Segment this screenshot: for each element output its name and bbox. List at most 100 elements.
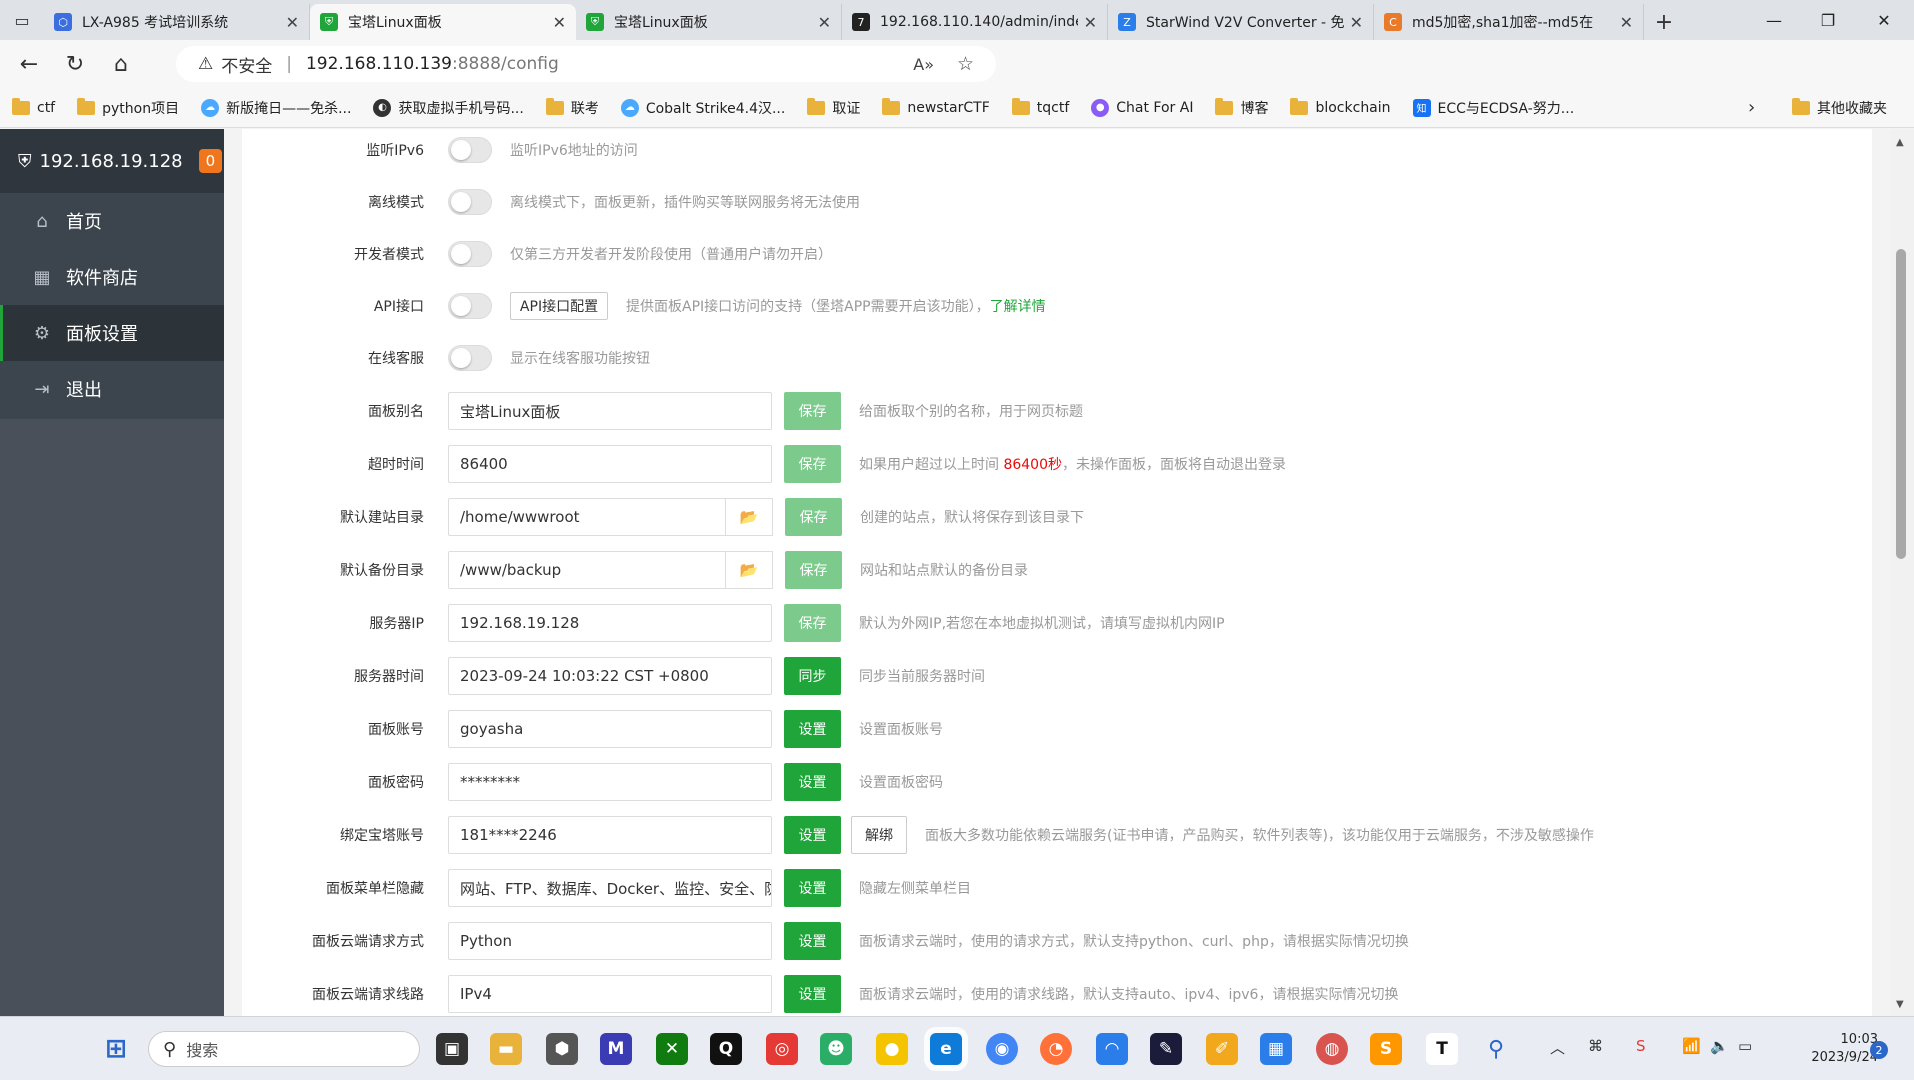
volume-icon[interactable]: 🔈 [1710,1037,1729,1055]
folder-open-icon[interactable]: 📂 [726,551,773,589]
tab-close-icon[interactable]: ✕ [286,13,299,32]
app-icon[interactable]: ✎ [1150,1033,1182,1065]
app-icon[interactable]: ✐ [1206,1033,1238,1065]
save-button[interactable]: 保存 [784,445,841,483]
browser-tab[interactable]: C md5加密,sha1加密--md5在 ✕ [1374,4,1644,40]
set-button[interactable]: 设置 [784,763,841,801]
scrollbar-thumb[interactable] [1896,249,1906,559]
back-icon[interactable]: ← [6,44,52,84]
set-button[interactable]: 设置 [784,975,841,1013]
tray-app-icon[interactable]: ⌘ [1588,1037,1603,1055]
windows-start-icon[interactable]: ⊞ [100,1033,132,1065]
panel-account-field[interactable]: goyasha [448,710,772,748]
app-icon[interactable]: ◠ [1096,1033,1128,1065]
set-button[interactable]: 设置 [784,816,841,854]
wifi-icon[interactable]: 📶 [1682,1037,1701,1055]
bookmark-link[interactable]: ☁ 新版掩日——免杀... [201,98,351,118]
bookmark-link[interactable]: ◐ 获取虚拟手机号码... [373,98,524,118]
read-aloud-icon[interactable]: A» [913,55,934,74]
server-ip-input[interactable]: 192.168.19.128 [448,604,772,642]
app-icon[interactable]: ⬢ [546,1033,578,1065]
save-button[interactable]: 保存 [784,604,841,642]
bookmark-folder[interactable]: blockchain [1290,97,1391,116]
unbind-button[interactable]: 解绑 [851,816,907,854]
sidebar-item-home[interactable]: ⌂ 首页 [0,193,224,249]
tab-close-icon[interactable]: ✕ [553,13,566,32]
url-field[interactable]: ⚠ 不安全 | 192.168.110.139:8888/config A» ☆ [176,46,996,82]
app-icon[interactable]: ● [876,1033,908,1065]
battery-icon[interactable]: ▭ [1738,1037,1752,1055]
developer-mode-toggle[interactable] [448,241,492,267]
save-button[interactable]: 保存 [784,392,841,430]
home-icon[interactable]: ⌂ [98,44,144,84]
favorite-star-icon[interactable]: ☆ [957,53,974,75]
sidebar-item-settings[interactable]: ⚙ 面板设置 [0,305,224,361]
new-tab-icon[interactable]: + [1644,4,1684,40]
minimize-icon[interactable]: — [1746,0,1802,40]
panel-alias-input[interactable]: 宝塔Linux面板 [448,392,772,430]
bookmark-link[interactable]: ☁ Cobalt Strike4.4汉... [620,98,785,118]
bookmark-folder[interactable]: 联考 [545,97,599,118]
offline-mode-toggle[interactable] [448,189,492,215]
backup-dir-input[interactable]: /www/backup [448,551,726,589]
set-button[interactable]: 设置 [784,922,841,960]
browser-tab[interactable]: ⛨ 宝塔Linux面板 ✕ [576,4,842,40]
browser-tab[interactable]: 7 192.168.110.140/admin/inde ✕ [842,4,1108,40]
message-badge[interactable]: 0 [198,149,223,173]
restore-icon[interactable]: ❐ [1800,0,1856,40]
magnifier-icon[interactable]: ⚲ [1480,1033,1512,1065]
app-icon[interactable]: M [600,1033,632,1065]
close-window-icon[interactable]: ✕ [1856,0,1912,40]
scroll-down-icon[interactable]: ▼ [1896,999,1904,1010]
page-scrollbar[interactable]: ▲ ▼ [1890,129,1914,1016]
api-config-button[interactable]: API接口配置 [510,292,608,320]
ipv6-toggle[interactable] [448,137,492,163]
music-icon[interactable]: ◎ [766,1033,798,1065]
chrome-icon[interactable]: ◉ [986,1033,1018,1065]
save-button[interactable]: 保存 [785,551,842,589]
chevron-right-icon[interactable]: › [1748,97,1755,118]
bookmark-folder[interactable]: 博客 [1215,97,1268,118]
cloud-method-field[interactable]: Python [448,922,772,960]
security-label[interactable]: 不安全 [221,52,272,77]
wechat-icon[interactable]: ☻ [820,1033,852,1065]
taskbar-clock[interactable]: 10:03 2023/9/24 [1808,1031,1878,1067]
bookmark-link[interactable]: ● Chat For AI [1091,98,1193,117]
other-bookmarks-folder[interactable]: 其他收藏夹 [1792,97,1887,118]
firefox-icon[interactable]: ◔ [1040,1033,1072,1065]
taskbar-search[interactable]: ⚲ 搜索 [148,1031,420,1067]
site-dir-input[interactable]: /home/wwwroot [448,498,726,536]
app-icon[interactable]: ◍ [1316,1033,1348,1065]
notification-badge[interactable]: 2 [1870,1041,1888,1059]
refresh-icon[interactable]: ↻ [52,44,98,84]
panel-password-field[interactable]: ******** [448,763,772,801]
bookmark-folder[interactable]: ctf [12,97,55,116]
menu-hide-field[interactable]: 网站、FTP、数据库、Docker、监控、安全、防 [448,869,772,907]
tab-close-icon[interactable]: ✕ [1084,13,1097,32]
sidebar-item-logout[interactable]: ⇥ 退出 [0,361,224,417]
file-explorer-icon[interactable]: ▬ [490,1033,522,1065]
bookmark-folder[interactable]: tqctf [1011,97,1069,116]
learn-more-link[interactable]: 了解详情 [990,299,1046,315]
scroll-up-icon[interactable]: ▲ [1896,137,1904,148]
browser-tab[interactable]: ⬡ LX-A985 考试培训系统 ✕ [44,4,310,40]
qq-icon[interactable]: Q [710,1033,742,1065]
bookmark-link[interactable]: 知 ECC与ECDSA-努力... [1412,98,1574,118]
cloud-line-field[interactable]: IPv4 [448,975,772,1013]
warning-icon[interactable]: ⚠ [198,54,213,74]
xbox-icon[interactable]: ✕ [656,1033,688,1065]
sync-button[interactable]: 同步 [784,657,841,695]
bookmark-folder[interactable]: 取证 [807,97,860,118]
typora-icon[interactable]: T [1426,1033,1458,1065]
task-view-icon[interactable]: ▣ [436,1033,468,1065]
chevron-up-icon[interactable]: ︿ [1550,1037,1565,1058]
bt-account-field[interactable]: 181****2246 [448,816,772,854]
tray-app-icon[interactable]: S [1636,1037,1646,1055]
bookmark-folder[interactable]: newstarCTF [882,97,990,116]
tab-close-icon[interactable]: ✕ [1620,13,1633,32]
tab-actions-icon[interactable]: ▭ [0,0,44,40]
browser-tab-active[interactable]: ⛨ 宝塔Linux面板 ✕ [310,4,576,40]
sidebar-item-store[interactable]: ▦ 软件商店 [0,249,224,305]
browser-tab[interactable]: Z StarWind V2V Converter - 免 ✕ [1108,4,1374,40]
sublime-icon[interactable]: S [1370,1033,1402,1065]
